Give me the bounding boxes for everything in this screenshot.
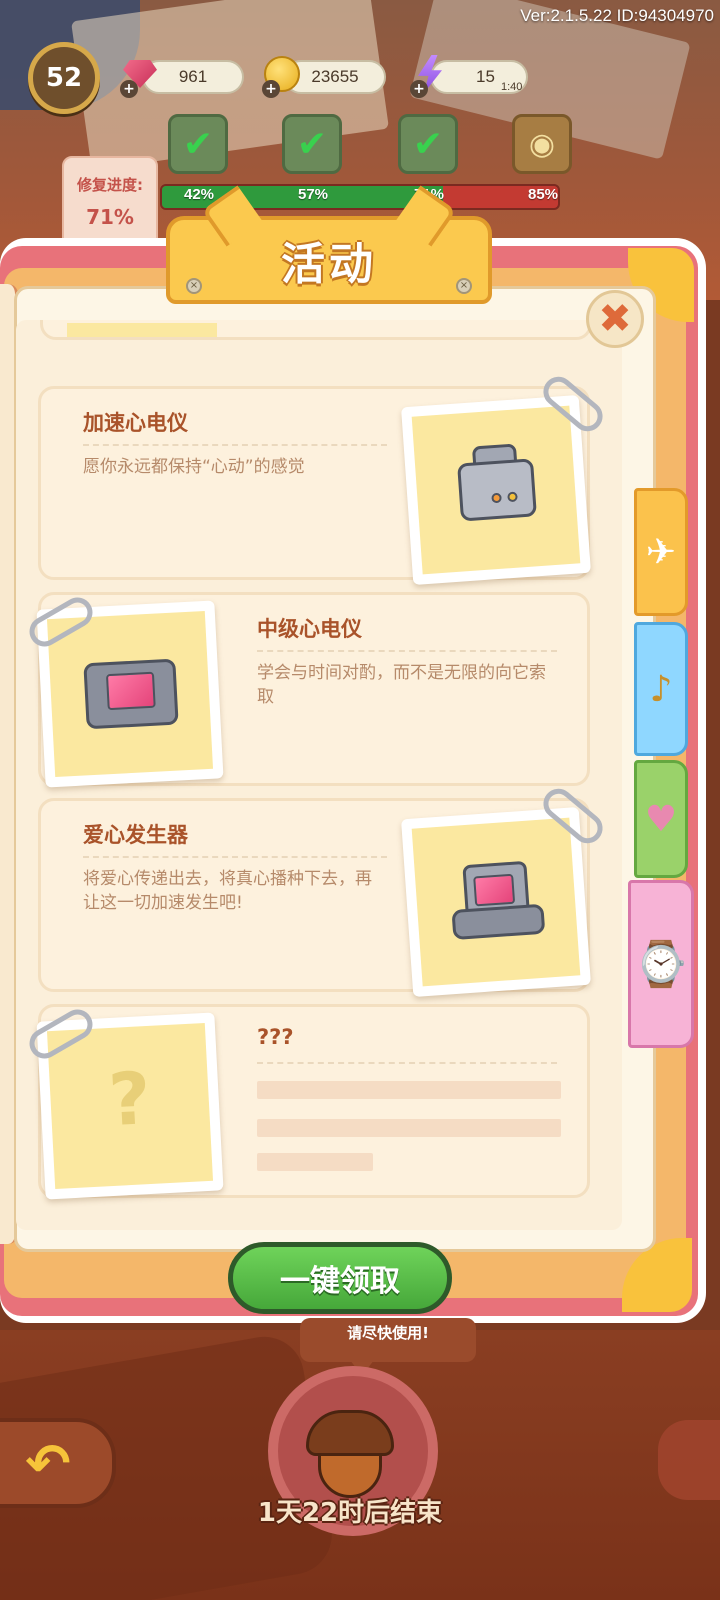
tab-gift-box[interactable]: ♥	[634, 760, 688, 878]
divider	[83, 856, 387, 858]
back-arrow-icon: ↶	[25, 1431, 71, 1495]
add-coins-button[interactable]: +	[262, 80, 280, 98]
tab-piano[interactable]: ♪	[634, 622, 688, 756]
placeholder-line	[257, 1081, 561, 1099]
list-item-partial	[40, 320, 592, 340]
card-description: 愿你永远都保持“心动”的感觉	[83, 457, 305, 477]
paper-crane-icon: ✈	[645, 531, 677, 573]
clock-icon: ⌚	[633, 939, 689, 990]
device-screen	[473, 873, 516, 907]
heart-generator-icon	[448, 848, 546, 946]
photo-background	[411, 817, 581, 987]
player-level: 52	[45, 63, 83, 93]
device-body	[457, 458, 537, 522]
device-screen	[105, 671, 156, 711]
item-photo	[401, 807, 591, 997]
heart-monitor-icon	[82, 641, 179, 738]
card-title: ???	[257, 1025, 294, 1049]
milestone-1-reward[interactable]: ✔	[168, 114, 228, 174]
energy-bolt-icon[interactable]: +	[408, 52, 452, 98]
add-gems-button[interactable]: +	[120, 80, 138, 98]
card-title: 加速心电仪	[83, 411, 188, 435]
photo-background: ?	[46, 1022, 214, 1190]
card-description: 将爱心传递出去，将真心播种下去，再让这一切加速发生吧!	[83, 869, 372, 913]
activity-card-accelerated-ecg[interactable]: 加速心电仪 愿你永远都保持“心动”的感觉	[38, 370, 609, 585]
milestone-3-reward[interactable]: ✔	[398, 114, 458, 174]
coin-count: 23655	[311, 67, 359, 86]
event-countdown: 1天22时后结束	[257, 1498, 443, 1528]
hint-text: 请尽快使用!	[347, 1324, 429, 1342]
photo-edge	[67, 323, 217, 337]
egg-icon: ◉	[528, 126, 556, 162]
close-button[interactable]: ✖	[586, 290, 644, 348]
close-icon: ✖	[598, 296, 632, 342]
energy-count: 15	[476, 67, 495, 86]
modal-title: 活动	[281, 239, 377, 290]
divider	[257, 1062, 557, 1064]
screw-icon: ×	[186, 278, 202, 294]
photo-background	[46, 610, 214, 778]
check-icon: ✔	[412, 123, 444, 165]
milestone-4-reward[interactable]: ◉	[512, 114, 572, 174]
card-title: 中级心电仪	[257, 617, 362, 641]
activity-card-locked[interactable]: ? ???	[24, 1004, 590, 1200]
puzzle-piece-icon[interactable]	[658, 1420, 720, 1500]
tab-paper-crane[interactable]: ✈	[634, 488, 688, 616]
claim-all-button[interactable]: 一键领取	[228, 1242, 452, 1314]
energy-timer: 1:40	[501, 81, 523, 93]
milestone-4-pct: 85%	[527, 186, 559, 203]
check-icon: ✔	[182, 123, 214, 165]
check-icon: ✔	[296, 123, 328, 165]
photo-background	[411, 405, 581, 575]
player-level-badge[interactable]: 52	[28, 42, 100, 114]
divider	[83, 444, 387, 446]
milestone-2-reward[interactable]: ✔	[282, 114, 342, 174]
repair-progress-box: 修复进度: 71%	[62, 156, 158, 248]
gem-icon[interactable]: +	[118, 52, 162, 98]
gem-count: 961	[178, 67, 208, 86]
coin-icon[interactable]: +	[260, 52, 304, 98]
gift-box-icon: ♥	[644, 798, 678, 840]
device-base	[451, 903, 546, 941]
piano-icon: ♪	[649, 668, 673, 710]
ecg-machine-icon	[448, 436, 546, 534]
card-title: 爱心发生器	[83, 823, 188, 847]
acorn-icon	[300, 1400, 400, 1500]
hint-bubble: 请尽快使用!	[300, 1318, 476, 1376]
repair-progress-value: 71%	[86, 205, 134, 229]
claim-all-label: 一键领取	[280, 1264, 400, 1299]
repair-progress-label: 修复进度:	[77, 176, 143, 194]
question-mark-icon: ?	[106, 1055, 153, 1143]
divider	[257, 650, 557, 652]
placeholder-line	[257, 1153, 373, 1171]
card-description: 学会与时间对酌，而不是无限的向它索取	[257, 663, 546, 707]
milestone-2-pct: 57%	[297, 186, 329, 203]
tab-clock[interactable]: ⌚	[628, 880, 694, 1048]
acorn-cap	[306, 1410, 394, 1456]
activity-card-intermediate-ecg[interactable]: 中级心电仪 学会与时间对酌，而不是无限的向它索取	[24, 592, 590, 788]
placeholder-line	[257, 1119, 561, 1137]
back-button[interactable]: ↶	[0, 1418, 116, 1508]
screw-icon: ×	[456, 278, 472, 294]
activity-card-heart-generator[interactable]: 爱心发生器 将爱心传递出去，将真心播种下去，再让这一切加速发生吧!	[38, 782, 609, 997]
modal-title-banner: 活动 × ×	[166, 216, 492, 304]
item-photo	[401, 395, 591, 585]
version-label: Ver:2.1.5.22 ID:94304970	[520, 6, 714, 25]
add-energy-button[interactable]: +	[410, 80, 428, 98]
